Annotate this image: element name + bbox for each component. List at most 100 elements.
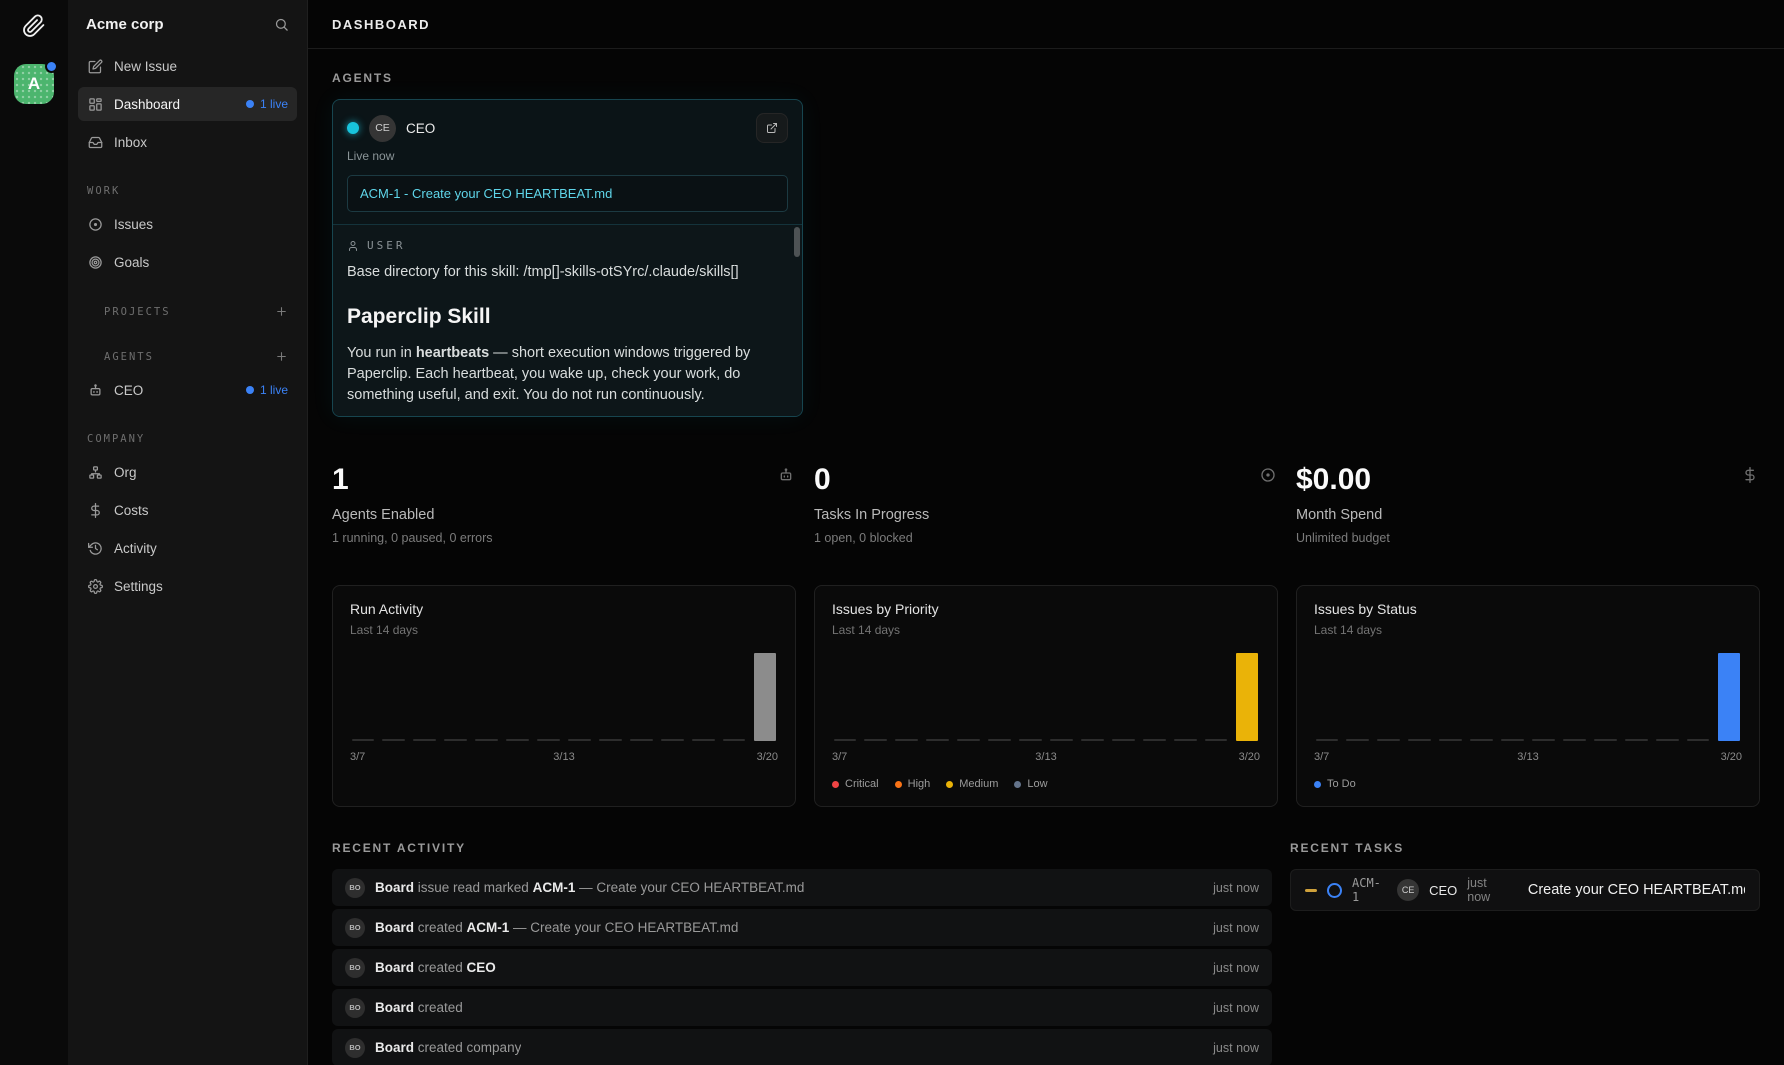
recent-activity-label: RECENT ACTIVITY (332, 841, 1272, 855)
sidebar-item-agent-ceo[interactable]: CEO 1 live (78, 373, 297, 407)
bar (597, 653, 623, 741)
sidebar-item-dashboard[interactable]: Dashboard 1 live (78, 87, 297, 121)
content: AGENTS CE CEO Live now ACM-1 - Create yo… (308, 49, 1784, 1065)
activity-row[interactable]: BO Board created company just now (332, 1029, 1272, 1065)
search-icon[interactable] (274, 17, 289, 32)
org-chart-icon (87, 465, 103, 480)
agent-message-panel[interactable]: USER Base directory for this skill: /tmp… (333, 224, 802, 416)
charts-row: Run Activity Last 14 days 3/73/133/20 Is… (332, 585, 1760, 807)
issues-icon (87, 217, 103, 232)
legend-dot-icon (832, 781, 839, 788)
grid-icon (87, 97, 103, 112)
x-ticks: 3/73/133/20 (350, 751, 778, 763)
bar (1654, 653, 1680, 741)
x-tick-label: 3/7 (832, 751, 975, 763)
avatar: BO (345, 958, 365, 978)
legend-item: Critical (832, 777, 879, 791)
activity-row[interactable]: BO Board created just now (332, 989, 1272, 1026)
live-dot-icon (246, 100, 254, 108)
legend-item: Medium (946, 777, 998, 791)
bar (832, 653, 858, 741)
sidebar-item-label: Issues (114, 217, 153, 232)
sidebar-item-label: Goals (114, 255, 149, 270)
bar (1110, 653, 1136, 741)
recent-tasks-label: RECENT TASKS (1290, 841, 1760, 855)
main-area: DASHBOARD AGENTS CE CEO Live now ACM-1 -… (308, 0, 1784, 1065)
sidebar-header: Acme corp (78, 14, 297, 49)
task-title: Create your CEO HEARTBEAT.md (1528, 882, 1745, 898)
agent-current-task-link[interactable]: ACM-1 - Create your CEO HEARTBEAT.md (347, 175, 788, 212)
x-tick-label: 3/13 (1457, 751, 1600, 763)
chart-subtitle: Last 14 days (350, 623, 778, 637)
task-key: ACM-1 (1352, 876, 1387, 904)
app-root: A Acme corp New Issue Dashboard 1 live I… (0, 0, 1784, 1065)
bar (628, 653, 654, 741)
bar (1530, 653, 1556, 741)
assignee-avatar: CE (1397, 879, 1419, 901)
activity-row[interactable]: BO Board created CEO just now (332, 949, 1272, 986)
x-tick-label: 3/13 (493, 751, 636, 763)
legend: CriticalHighMediumLow (832, 777, 1260, 791)
bar (1561, 653, 1587, 741)
sidebar-item-label: CEO (114, 383, 143, 398)
activity-time: just now (1213, 1001, 1259, 1015)
bar (987, 653, 1013, 741)
add-agent-button[interactable] (275, 350, 288, 363)
activity-time: just now (1213, 881, 1259, 895)
sidebar-item-settings[interactable]: Settings (78, 569, 297, 603)
message-line: Base directory for this skill: /tmp[]-sk… (347, 262, 784, 283)
activity-text: Board created (375, 1000, 463, 1015)
live-badge: 1 live (246, 383, 288, 397)
sidebar-item-costs[interactable]: Costs (78, 493, 297, 527)
add-project-button[interactable] (275, 305, 288, 318)
agent-name: CEO (406, 121, 435, 136)
chart-subtitle: Last 14 days (1314, 623, 1742, 637)
bar (1203, 653, 1229, 741)
sidebar-item-label: New Issue (114, 59, 177, 74)
x-tick-label: 3/7 (350, 751, 493, 763)
sidebar-section-company: COMPANY (78, 433, 297, 445)
sidebar-item-activity[interactable]: Activity (78, 531, 297, 565)
stat-sub: 1 open, 0 blocked (814, 531, 1278, 545)
activity-row[interactable]: BO Board issue read marked ACM-1 — Creat… (332, 869, 1272, 906)
paperclip-logo-icon[interactable] (22, 14, 46, 38)
sidebar-section-work: WORK (78, 185, 297, 197)
legend-dot-icon (895, 781, 902, 788)
sidebar-item-org[interactable]: Org (78, 455, 297, 489)
avatar: BO (345, 998, 365, 1018)
message-heading: Paperclip Skill (347, 305, 784, 329)
message-scrollbar-thumb[interactable] (794, 227, 800, 257)
target-icon (87, 255, 103, 270)
external-link-button[interactable] (756, 113, 788, 143)
agent-card-ceo[interactable]: CE CEO Live now ACM-1 - Create your CEO … (332, 99, 803, 417)
circle-dot-icon (1260, 467, 1276, 483)
bar (1345, 653, 1371, 741)
bar (721, 653, 747, 741)
sidebar-item-label: Costs (114, 503, 149, 518)
chart-title: Issues by Priority (832, 601, 1260, 617)
sidebar-item-issues[interactable]: Issues (78, 207, 297, 241)
task-row[interactable]: ACM-1 CE CEO just now Create your CEO HE… (1290, 869, 1760, 911)
live-dot-icon (347, 122, 359, 134)
activity-text: Board created company (375, 1040, 521, 1055)
stat-label: Tasks In Progress (814, 507, 1278, 523)
x-tick-label: 3/7 (1314, 751, 1457, 763)
bar (1716, 653, 1742, 741)
sidebar-item-new-issue[interactable]: New Issue (78, 49, 297, 83)
sidebar-item-label: Activity (114, 541, 157, 556)
activity-row[interactable]: BO Board created ACM-1 — Create your CEO… (332, 909, 1272, 946)
sidebar-item-goals[interactable]: Goals (78, 245, 297, 279)
bar (505, 653, 531, 741)
sidebar-item-inbox[interactable]: Inbox (78, 125, 297, 159)
stat-value: 1 (332, 463, 796, 497)
stat-sub: 1 running, 0 paused, 0 errors (332, 531, 796, 545)
bars (832, 653, 1260, 741)
stat-label: Month Spend (1296, 507, 1760, 523)
workspace-avatar[interactable]: A (14, 64, 54, 104)
bar (1685, 653, 1711, 741)
bar (1141, 653, 1167, 741)
org-name: Acme corp (86, 16, 164, 33)
bar (1500, 653, 1526, 741)
stat-value: $0.00 (1296, 463, 1760, 497)
message-role-row: USER (347, 239, 784, 252)
